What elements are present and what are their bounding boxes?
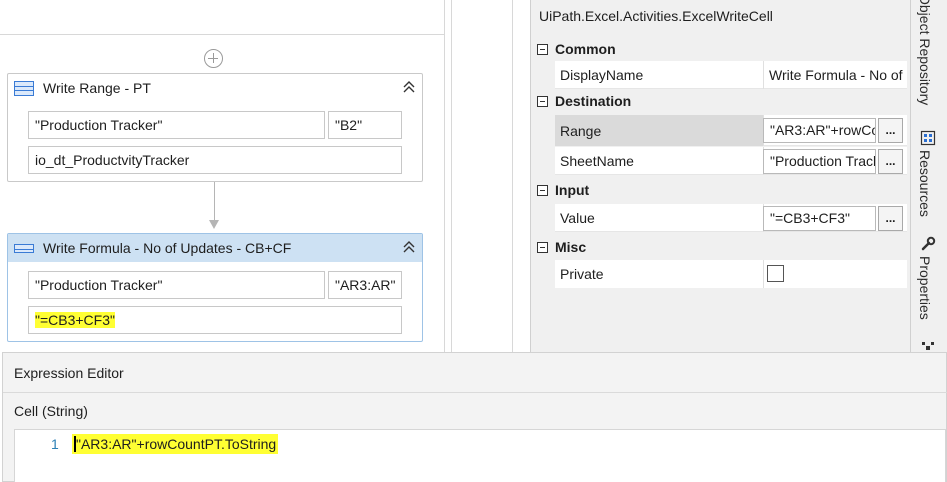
- value-text-highlighted: "=CB3+CF3": [35, 312, 115, 328]
- wrench-icon: [921, 236, 936, 251]
- range-ellipsis-button[interactable]: ...: [878, 118, 903, 143]
- designer-divider: [444, 0, 445, 352]
- category-label: Input: [555, 182, 590, 198]
- collapse-category-icon[interactable]: [537, 43, 548, 55]
- property-row-sheetname[interactable]: SheetName "Production Tracker" ...: [555, 147, 907, 175]
- property-name: Range: [555, 115, 764, 146]
- line-number: 1: [51, 436, 59, 452]
- category-label: Misc: [555, 239, 587, 255]
- outline-icon: [922, 342, 934, 350]
- collapse-category-icon[interactable]: [537, 95, 548, 107]
- write-cell-icon: [14, 243, 34, 253]
- tab-properties[interactable]: Properties: [917, 256, 933, 320]
- value-field[interactable]: "=CB3+CF3": [28, 306, 402, 334]
- collapse-icon[interactable]: [402, 80, 416, 94]
- resources-icon: [920, 130, 936, 146]
- value-ellipsis-button[interactable]: ...: [878, 206, 903, 231]
- expression-code-editor[interactable]: 1 "AR3:AR"+rowCountPT.ToString: [14, 429, 946, 482]
- property-row-displayname[interactable]: DisplayName Write Formula - No of Update…: [555, 61, 907, 89]
- activity-title: Write Formula - No of Updates - CB+CF: [43, 240, 292, 256]
- activity-write-range[interactable]: Write Range - PT "Production Tracker" "B…: [7, 73, 423, 182]
- property-name: SheetName: [555, 147, 764, 175]
- displayname-input[interactable]: Write Formula - No of Updates - CB+CF: [767, 61, 905, 89]
- properties-panel: UiPath.Excel.Activities.ExcelWriteCell C…: [530, 0, 911, 352]
- expression-code-line[interactable]: "AR3:AR"+rowCountPT.ToString: [72, 434, 279, 454]
- workbook-path-field[interactable]: "Production Tracker": [28, 271, 325, 299]
- tab-object-repository[interactable]: Object Repository: [917, 0, 933, 105]
- write-range-icon: [14, 80, 34, 96]
- sheetname-ellipsis-button[interactable]: ...: [878, 149, 903, 174]
- expression-field-label: Cell (String): [14, 403, 88, 419]
- start-cell-field[interactable]: "B2": [328, 111, 402, 139]
- activity-title: Write Range - PT: [43, 80, 151, 96]
- property-row-range[interactable]: Range "AR3:AR"+rowCountPT.ToString ...: [555, 115, 907, 146]
- workflow-designer: Write Range - PT "Production Tracker" "B…: [0, 0, 530, 352]
- category-destination[interactable]: Destination: [537, 90, 631, 112]
- value-input[interactable]: "=CB3+CF3": [763, 206, 876, 231]
- flow-arrow-icon: [209, 220, 219, 229]
- datatable-field[interactable]: io_dt_ProductvityTracker: [28, 146, 402, 174]
- collapse-category-icon[interactable]: [537, 184, 548, 196]
- property-name: Private: [555, 260, 764, 288]
- category-common[interactable]: Common: [537, 38, 616, 60]
- category-input[interactable]: Input: [537, 179, 589, 201]
- designer-divider: [451, 0, 452, 352]
- property-name: Value: [555, 204, 764, 232]
- expression-editor-separator: [3, 392, 947, 393]
- property-name: DisplayName: [555, 61, 764, 89]
- collapse-category-icon[interactable]: [537, 241, 548, 253]
- activity-header[interactable]: Write Formula - No of Updates - CB+CF: [8, 234, 422, 262]
- designer-divider: [512, 0, 513, 352]
- flow-connector: [214, 182, 215, 222]
- activity-type-label: UiPath.Excel.Activities.ExcelWriteCell: [539, 8, 773, 24]
- property-row-value[interactable]: Value "=CB3+CF3" ...: [555, 204, 907, 232]
- category-label: Common: [555, 41, 616, 57]
- activity-header[interactable]: Write Range - PT: [8, 74, 422, 102]
- side-tab-strip: Object Repository Resources Properties: [910, 0, 947, 352]
- expression-code-text: "AR3:AR"+rowCountPT.ToString: [76, 436, 277, 452]
- tab-resources[interactable]: Resources: [917, 150, 933, 217]
- category-label: Destination: [555, 93, 632, 109]
- property-row-private[interactable]: Private: [555, 260, 907, 288]
- expression-editor-title: Expression Editor: [14, 365, 124, 381]
- sheetname-input[interactable]: "Production Tracker": [763, 149, 876, 174]
- properties-empty-area: [531, 288, 911, 352]
- range-input[interactable]: "AR3:AR"+rowCountPT.ToString: [763, 118, 876, 143]
- cell-field[interactable]: "AR3:AR": [328, 271, 402, 299]
- collapse-icon[interactable]: [402, 240, 416, 254]
- designer-separator: [0, 34, 444, 35]
- private-checkbox[interactable]: [767, 265, 784, 282]
- workbook-path-field[interactable]: "Production Tracker": [28, 111, 325, 139]
- expression-editor: Expression Editor Cell (String) 1 "AR3:A…: [2, 352, 947, 482]
- category-misc[interactable]: Misc: [537, 236, 586, 258]
- activity-write-formula[interactable]: Write Formula - No of Updates - CB+CF "P…: [7, 233, 423, 342]
- add-activity-icon[interactable]: [204, 49, 223, 68]
